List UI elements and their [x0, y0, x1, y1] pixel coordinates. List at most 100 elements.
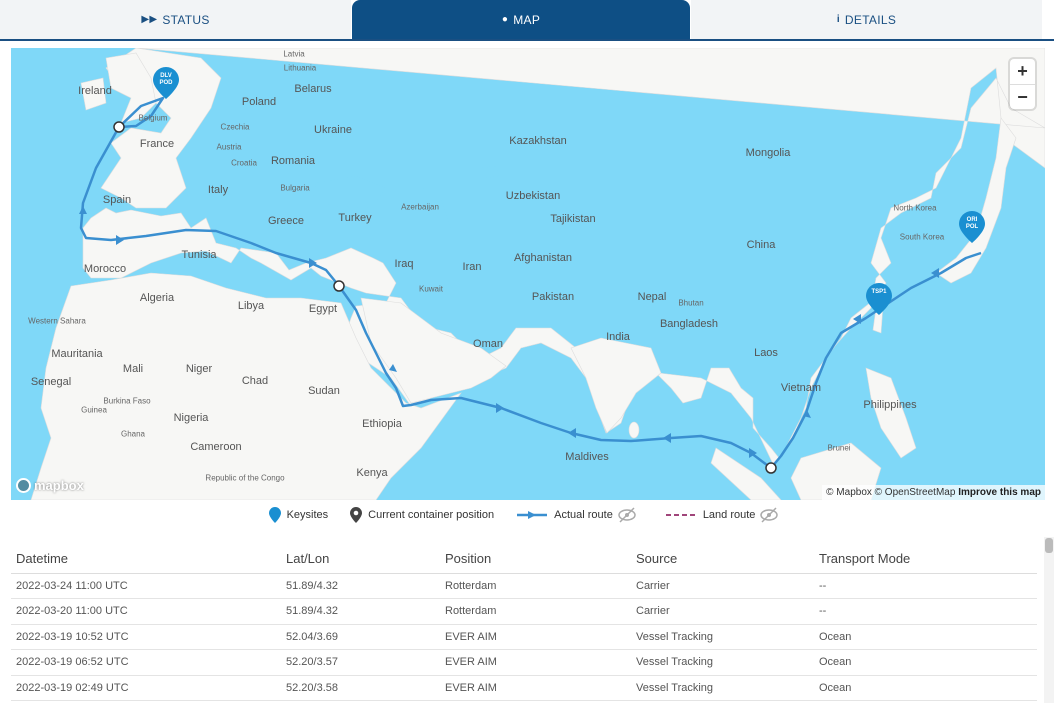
mapbox-logo[interactable]: mapbox — [16, 478, 84, 493]
map-label: Guinea — [81, 405, 107, 415]
map-label: Latvia — [283, 49, 305, 59]
map-label: Turkey — [338, 212, 372, 224]
map-label: Spain — [102, 194, 132, 206]
map-label: Laos — [754, 347, 778, 359]
route-map[interactable]: Latvia Lithuania Ireland Belarus Poland Belgi… — [11, 48, 1045, 500]
map-label: Pakistan — [531, 291, 575, 303]
map-label: Ukraine — [314, 124, 352, 136]
map-label: Nepal — [637, 291, 667, 303]
table-cell: 2022-03-24 11:00 UTC — [11, 573, 281, 599]
col-position[interactable]: Position — [440, 545, 631, 574]
map-label: Afghanistan — [513, 252, 573, 264]
scrollbar[interactable] — [1044, 537, 1054, 703]
table-cell: 2022-03-19 02:49 UTC — [11, 675, 281, 701]
pin-label-line2: POD — [159, 80, 173, 86]
col-transport-mode[interactable]: Transport Mode — [814, 545, 1037, 574]
table-cell: EVER AIM — [440, 675, 631, 701]
map-label: Ghana — [120, 429, 146, 439]
keysite-marker-icon — [268, 507, 281, 523]
table-cell: 52.20/3.58 — [281, 675, 440, 701]
map-label: Kenya — [356, 467, 388, 479]
keysite-pin-label: TSP1 — [866, 289, 892, 296]
table-body: 2022-03-24 11:00 UTC 51.89/4.32 Rotterdam C… — [11, 573, 1037, 701]
map-label: Bhutan — [678, 298, 704, 308]
map-label: Morocco — [83, 263, 127, 275]
map-label: Oman — [473, 338, 503, 350]
table-cell: Ocean — [814, 649, 1037, 676]
col-datetime[interactable]: Datetime — [11, 545, 281, 574]
table-cell: 52.04/3.69 — [281, 624, 440, 650]
info-icon: i — [836, 14, 840, 25]
tab-map-label: MAP — [513, 12, 541, 27]
map-label: Ireland — [78, 85, 112, 97]
keysite-pin[interactable]: TSP1 — [866, 283, 892, 315]
table-row: 2022-03-19 06:52 UTC 52.20/3.57 EVER AIM Ve… — [11, 649, 1037, 676]
map-label: Algeria — [139, 292, 175, 304]
map-label: Czechia — [220, 122, 250, 132]
legend-current-position: Current container position — [350, 507, 494, 523]
table-cell: 2022-03-19 10:52 UTC — [11, 624, 281, 650]
map-label: Mongolia — [745, 147, 791, 159]
map-label: Greece — [267, 215, 305, 227]
globe-icon: ● — [501, 14, 509, 25]
table-cell: Vessel Tracking — [631, 624, 814, 650]
map-label: Sudan — [308, 385, 340, 397]
map-label: Egypt — [308, 303, 338, 315]
map-attribution: © Mapbox © OpenStreetMap Improve this ma… — [822, 485, 1045, 500]
tab-map[interactable]: ● MAP — [352, 0, 690, 39]
table-cell: -- — [814, 598, 1037, 625]
pin-label-line1: ORI — [966, 217, 978, 223]
zoom-out-button[interactable]: − — [1010, 84, 1035, 109]
map-label: Croatia — [231, 158, 257, 168]
map-pin-icon — [866, 283, 892, 315]
map-label: Tajikistan — [550, 213, 596, 225]
mapbox-logo-text: mapbox — [34, 478, 84, 493]
keysite-pin[interactable]: DLV POD — [153, 67, 179, 99]
improve-map-link[interactable]: Improve this map — [958, 487, 1041, 498]
eye-slash-icon[interactable] — [759, 507, 779, 523]
table-cell: -- — [814, 573, 1037, 599]
map-label: Ethiopia — [362, 418, 402, 430]
table-cell: Rotterdam — [440, 598, 631, 625]
keysite-pin[interactable]: ORI POL — [959, 211, 985, 243]
tab-details-label: DETAILS — [844, 12, 897, 27]
map-label: Lithuania — [283, 63, 317, 73]
zoom-in-button[interactable]: + — [1010, 59, 1035, 84]
attribution-text[interactable]: © Mapbox © OpenStreetMap — [826, 487, 955, 498]
scrollbar-thumb[interactable] — [1045, 538, 1053, 553]
actual-route-line-icon — [517, 511, 548, 519]
legend-actual-route[interactable]: Actual route — [516, 507, 643, 523]
map-label: China — [746, 239, 776, 251]
col-latlon[interactable]: Lat/Lon — [281, 545, 440, 574]
map-label: Uzbekistan — [505, 190, 561, 202]
map-label: India — [606, 331, 630, 343]
map-label: Austria — [216, 142, 242, 152]
map-label: Iran — [462, 261, 482, 273]
legend-keysites: Keysites — [268, 507, 328, 523]
map-label: Kazakhstan — [509, 135, 567, 147]
eye-slash-icon[interactable] — [617, 507, 637, 523]
table-cell: 2022-03-19 06:52 UTC — [11, 649, 281, 676]
map-label: Mauritania — [51, 348, 103, 360]
tab-status[interactable]: ▶▶ STATUS — [0, 0, 351, 39]
map-label: Chad — [241, 375, 269, 387]
table-cell: 51.89/4.32 — [281, 573, 440, 599]
map-label: Nigeria — [173, 412, 209, 424]
map-label: Belarus — [294, 83, 332, 95]
map-label: Kuwait — [418, 284, 444, 294]
pin-label-line2: POL — [965, 224, 979, 230]
map-label: Belgium — [138, 113, 168, 123]
map-label: Vietnam — [780, 382, 822, 394]
map-label: Romania — [270, 155, 316, 167]
map-legend: Keysites Current container position Actu… — [0, 503, 1054, 527]
legend-land-route[interactable]: Land route — [665, 507, 786, 523]
tab-details[interactable]: i DETAILS — [691, 0, 1042, 39]
container-marker-icon — [350, 507, 363, 523]
col-source[interactable]: Source — [631, 545, 814, 574]
table-cell: 52.20/3.57 — [281, 649, 440, 676]
keysite-pin-label: DLV POD — [153, 73, 179, 87]
keysite-pin-label: ORI POL — [959, 217, 985, 231]
map-label: Tunisia — [181, 249, 217, 261]
tab-bar: ▶▶ STATUS ● MAP i DETAILS — [0, 0, 1054, 41]
table-cell: 51.89/4.32 — [281, 598, 440, 625]
